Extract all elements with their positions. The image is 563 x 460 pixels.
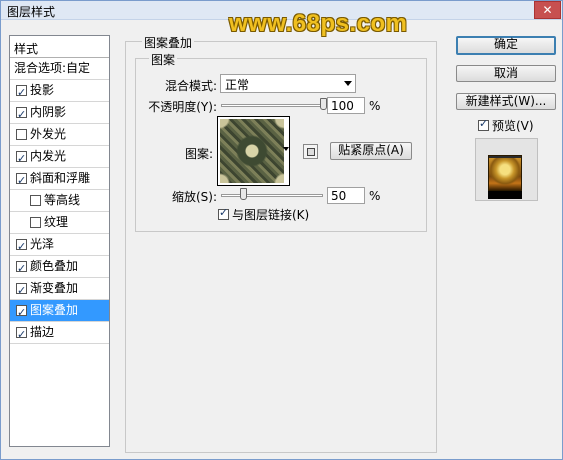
style-checkbox[interactable] [16, 280, 27, 301]
style-preview [475, 138, 538, 201]
link-with-layer-label: 与图层链接(K) [232, 208, 310, 222]
style-item-label: 投影 [30, 83, 55, 97]
style-item[interactable]: 渐变叠加 [10, 278, 109, 301]
style-checkbox[interactable] [16, 302, 27, 323]
style-item[interactable]: 描边 [10, 322, 109, 345]
style-item[interactable]: 内发光 [10, 146, 109, 169]
ok-button[interactable]: 确定 [456, 36, 556, 55]
layer-style-dialog: 图层样式 www.68ps.com ✕ 样式 混合选项:自定投影内阴影外发光内发… [0, 0, 563, 460]
scale-percent: % [369, 189, 381, 203]
style-item-label: 渐变叠加 [30, 281, 79, 295]
style-item[interactable]: 混合选项:自定 [10, 58, 109, 80]
style-item[interactable]: 斜面和浮雕 [10, 168, 109, 191]
style-item[interactable]: 内阴影 [10, 102, 109, 125]
style-checkbox[interactable] [16, 104, 27, 125]
preview-checkbox-box[interactable] [478, 117, 489, 131]
style-item[interactable]: 纹理 [10, 212, 109, 234]
style-checkbox[interactable] [30, 217, 41, 228]
style-item-label: 描边 [30, 325, 55, 339]
scale-slider-track[interactable] [221, 194, 323, 197]
close-button[interactable]: ✕ [534, 1, 561, 19]
style-item[interactable]: 投影 [10, 80, 109, 103]
blend-mode-label: 混合模式: [164, 79, 217, 93]
style-checkbox[interactable] [16, 324, 27, 345]
style-item[interactable]: 等高线 [10, 190, 109, 212]
style-checkbox[interactable] [30, 195, 41, 206]
watermark: www.68ps.com [229, 10, 408, 37]
cancel-button[interactable]: 取消 [456, 65, 556, 82]
preview-checkbox[interactable]: 预览(V) [478, 117, 534, 134]
opacity-input[interactable]: 100 [327, 97, 365, 114]
style-checkbox[interactable] [16, 82, 27, 103]
style-item-label: 外发光 [30, 127, 67, 141]
pattern-label: 图案: [184, 147, 213, 161]
blend-mode-select[interactable]: 正常 [220, 74, 356, 93]
opacity-percent: % [369, 99, 381, 113]
styles-list-header[interactable]: 样式 [10, 36, 109, 58]
style-checkbox[interactable] [16, 170, 27, 191]
link-with-layer-checkbox[interactable]: 与图层链接(K) [218, 206, 309, 223]
style-item-label: 光泽 [30, 237, 55, 251]
style-checkbox[interactable] [16, 129, 27, 140]
opacity-label: 不透明度(Y): [148, 100, 217, 114]
style-checkbox[interactable] [16, 258, 27, 279]
style-item-label: 图案叠加 [30, 303, 79, 317]
preview-thumbnail [488, 155, 522, 191]
scale-slider-thumb[interactable] [240, 188, 247, 200]
link-checkbox-box[interactable] [218, 206, 229, 220]
pattern-dropdown-icon[interactable] [283, 147, 289, 151]
style-item-label: 颜色叠加 [30, 259, 79, 273]
style-item-label: 内阴影 [30, 105, 67, 119]
new-style-button[interactable]: 新建样式(W)... [456, 93, 556, 110]
chevron-down-icon [344, 81, 352, 86]
style-item-label: 等高线 [44, 193, 81, 207]
pattern-picker[interactable] [217, 116, 290, 186]
style-item-label: 纹理 [44, 215, 69, 229]
blend-mode-value: 正常 [225, 78, 250, 92]
style-item[interactable]: 外发光 [10, 124, 109, 146]
scale-input[interactable]: 50 [327, 187, 365, 204]
snap-to-origin-button[interactable]: 贴紧原点(A) [330, 142, 412, 160]
scale-label: 缩放(S): [171, 190, 217, 204]
opacity-slider-thumb[interactable] [320, 98, 327, 110]
style-item-label: 混合选项:自定 [14, 61, 91, 75]
style-item[interactable]: 颜色叠加 [10, 256, 109, 279]
dialog-title: 图层样式 [7, 5, 56, 19]
style-item-label: 斜面和浮雕 [30, 171, 91, 185]
opacity-slider-track[interactable] [221, 104, 323, 107]
new-preset-icon[interactable] [303, 144, 318, 159]
preview-label: 预览(V) [492, 119, 534, 133]
style-item[interactable]: 光泽 [10, 234, 109, 257]
pattern-subgroup-title: 图案 [149, 51, 178, 68]
style-checkbox[interactable] [16, 236, 27, 257]
style-item-label: 内发光 [30, 149, 67, 163]
style-checkbox[interactable] [16, 148, 27, 169]
pattern-overlay-title: 图案叠加 [142, 34, 195, 51]
preview-shadow [488, 191, 522, 199]
styles-list: 样式 混合选项:自定投影内阴影外发光内发光斜面和浮雕等高线纹理光泽颜色叠加渐变叠… [9, 35, 110, 447]
pattern-thumbnail [220, 119, 284, 183]
style-item[interactable]: 图案叠加 [10, 300, 109, 323]
